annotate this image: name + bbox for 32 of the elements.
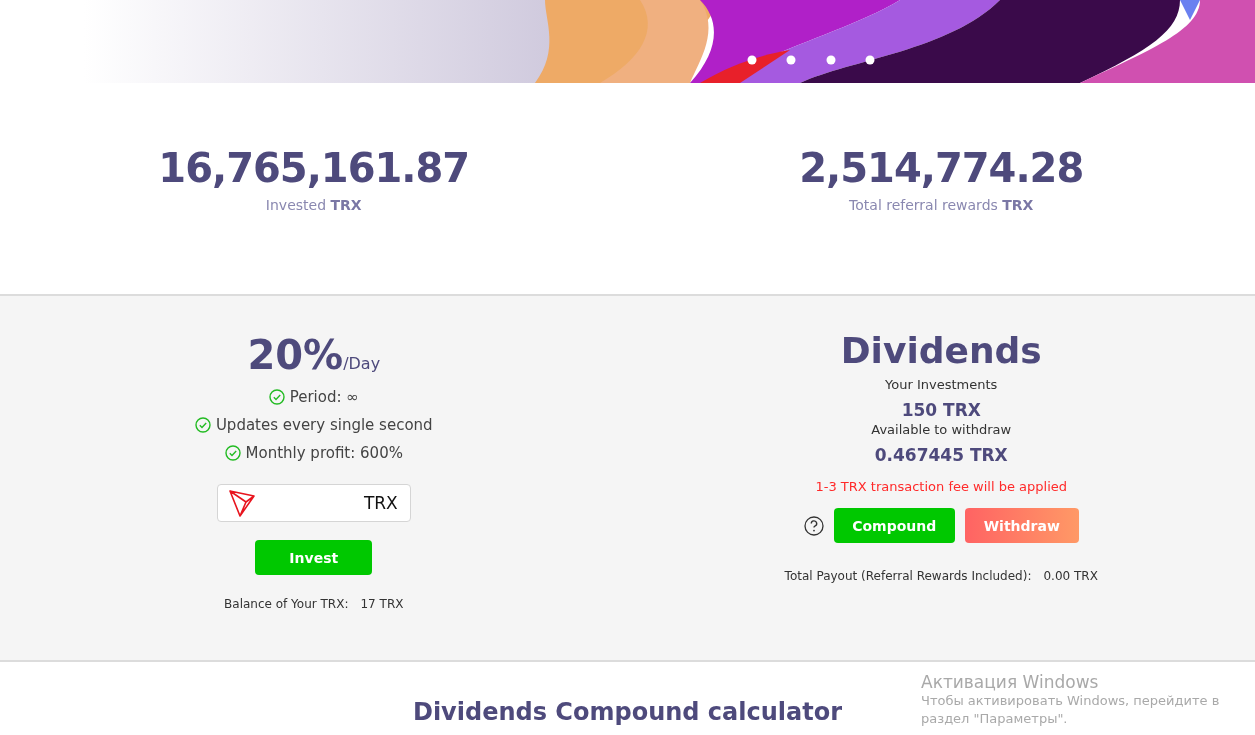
- triangle-logo-icon: [227, 489, 258, 517]
- rate-unit: /Day: [343, 354, 381, 373]
- available-value: 0.467445 TRX: [874, 445, 1008, 465]
- investments-value: 150 TRX: [901, 400, 981, 420]
- withdraw-button[interactable]: Withdraw: [964, 508, 1079, 543]
- currency-suffix: TRX: [363, 493, 398, 513]
- activation-text: Чтобы активировать Windows, перейдите в раздел "Параметры".: [921, 692, 1221, 728]
- balance-label: Balance of Your TRX:: [224, 597, 349, 611]
- balance-value: 17 TRX: [360, 597, 404, 611]
- invest-button[interactable]: Invest: [255, 540, 373, 575]
- check-circle-icon: [224, 445, 241, 461]
- stat-value: 2,514,774.28: [799, 144, 1084, 191]
- compound-button[interactable]: Compound: [833, 508, 955, 543]
- payout-value: 0.00 TRX: [1043, 569, 1098, 583]
- stat-label: Invested TRX: [265, 196, 362, 213]
- stat-label: Total referral rewards TRX: [849, 196, 1034, 213]
- check-circle-icon: [268, 389, 285, 405]
- investments-label: Your Investments: [885, 377, 998, 392]
- fee-notice: 1-3 TRX transaction fee will be applied: [815, 479, 1068, 494]
- help-icon[interactable]: [803, 515, 824, 536]
- feature-text: Period: ∞: [289, 388, 359, 406]
- daily-rate: 20%: [247, 332, 344, 378]
- dividends-title: Dividends: [840, 330, 1042, 371]
- check-circle-icon: [194, 417, 211, 433]
- amount-input-field[interactable]: TRX: [216, 484, 411, 522]
- feature-text: Monthly profit: 600%: [245, 444, 403, 462]
- calculator-title: Dividends Compound calculator: [412, 698, 842, 726]
- activation-title: Активация Windows: [921, 672, 1100, 692]
- stat-value: 16,765,161.87: [158, 144, 470, 191]
- available-label: Available to withdraw: [871, 422, 1012, 437]
- feature-text: Updates every single second: [215, 416, 433, 434]
- payout-label: Total Payout (Referral Rewards Included):: [784, 569, 1032, 583]
